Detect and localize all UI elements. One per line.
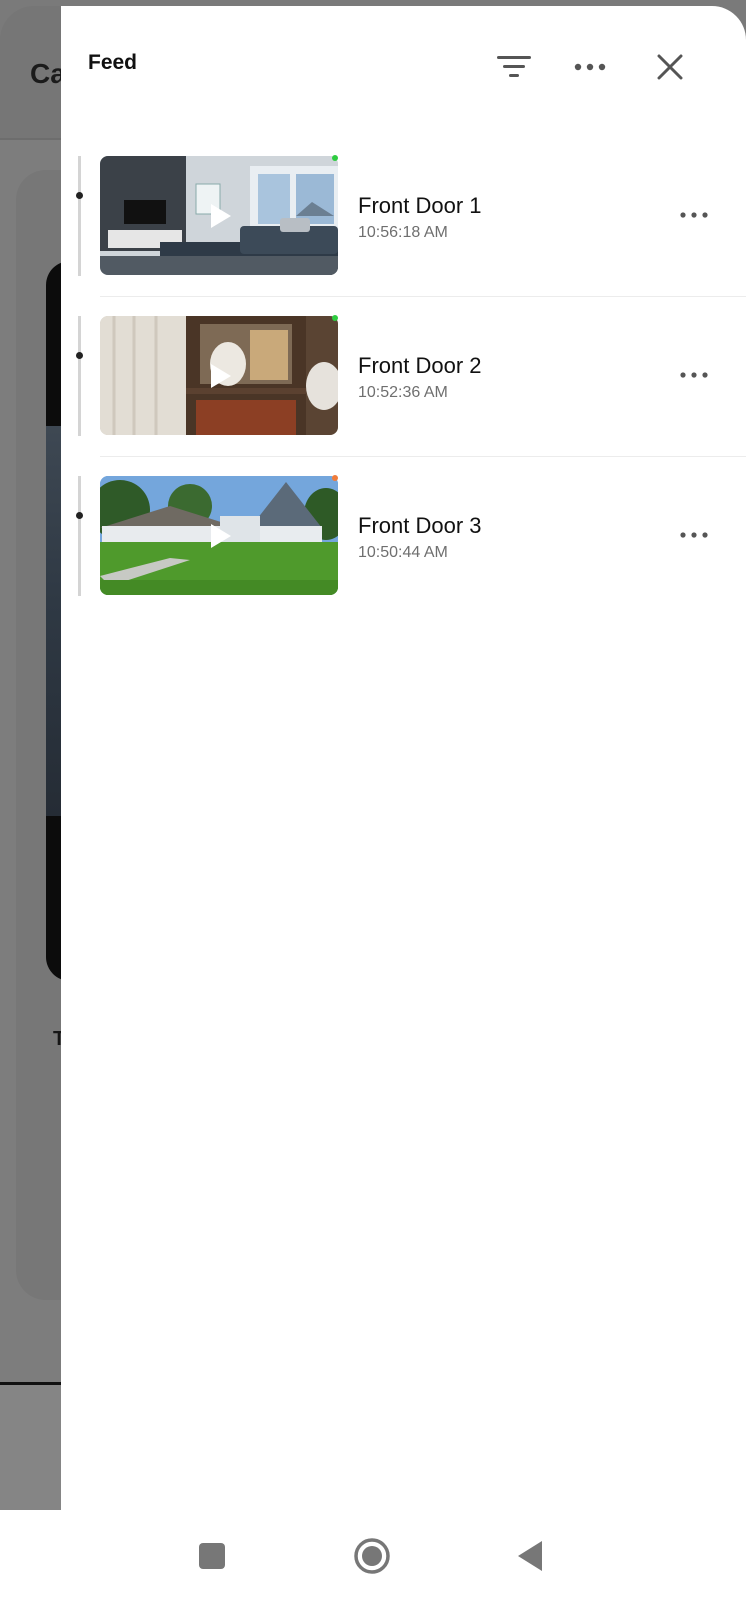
camera-name: Front Door 1 xyxy=(358,193,482,218)
more-options-button[interactable] xyxy=(563,40,617,94)
camera-name: Front Door 3 xyxy=(358,513,482,538)
drawer-title: Feed xyxy=(88,51,138,74)
feed-item[interactable]: Front Door 3 10:50:44 AM xyxy=(76,475,746,636)
home-button[interactable] xyxy=(348,1532,396,1580)
video-thumbnail[interactable] xyxy=(100,316,338,435)
timeline-line xyxy=(78,316,81,436)
item-more-button[interactable] xyxy=(672,358,716,392)
timeline-dot xyxy=(76,352,83,359)
event-time: 10:52:36 AM xyxy=(358,384,448,401)
event-time: 10:50:44 AM xyxy=(358,544,448,561)
background-bottom-bar xyxy=(0,1385,70,1510)
item-divider xyxy=(100,456,746,457)
recents-button[interactable] xyxy=(188,1532,236,1580)
play-icon xyxy=(211,203,231,228)
feed-item[interactable]: Front Door 1 10:56:18 AM xyxy=(76,155,746,316)
video-thumbnail[interactable] xyxy=(100,156,338,275)
timeline-dot xyxy=(76,512,83,519)
home-icon xyxy=(354,1538,390,1574)
back-icon xyxy=(518,1541,542,1571)
item-more-button[interactable] xyxy=(672,198,716,232)
feed-drawer: Feed Front Door 1 10:56:18 AM Front Door… xyxy=(61,6,746,1510)
timeline-line xyxy=(78,476,81,596)
filter-icon xyxy=(497,56,531,77)
system-nav-bar xyxy=(0,1510,746,1600)
more-horizontal-icon xyxy=(574,63,606,71)
recents-icon xyxy=(199,1543,225,1569)
timeline-line xyxy=(78,156,81,276)
more-horizontal-icon xyxy=(680,212,708,218)
close-button[interactable] xyxy=(643,40,697,94)
feed-timeline: Front Door 1 10:56:18 AM Front Door 2 10… xyxy=(76,155,746,636)
screen: Ca T Feed Front Door 1 10:56:18 AM Front… xyxy=(0,0,746,1600)
event-time: 10:56:18 AM xyxy=(358,224,448,241)
status-indicator xyxy=(332,475,338,481)
drawer-header: Feed xyxy=(61,6,746,118)
back-button[interactable] xyxy=(506,1532,554,1580)
timeline-dot xyxy=(76,192,83,199)
play-icon xyxy=(211,363,231,388)
more-horizontal-icon xyxy=(680,372,708,378)
feed-item[interactable]: Front Door 2 10:52:36 AM xyxy=(76,315,746,476)
item-divider xyxy=(100,296,746,297)
status-indicator xyxy=(332,155,338,161)
item-more-button[interactable] xyxy=(672,518,716,552)
camera-name: Front Door 2 xyxy=(358,353,482,378)
close-icon xyxy=(657,54,683,80)
filter-button[interactable] xyxy=(487,40,541,94)
play-icon xyxy=(211,523,231,548)
video-thumbnail[interactable] xyxy=(100,476,338,595)
status-indicator xyxy=(332,315,338,321)
more-horizontal-icon xyxy=(680,532,708,538)
